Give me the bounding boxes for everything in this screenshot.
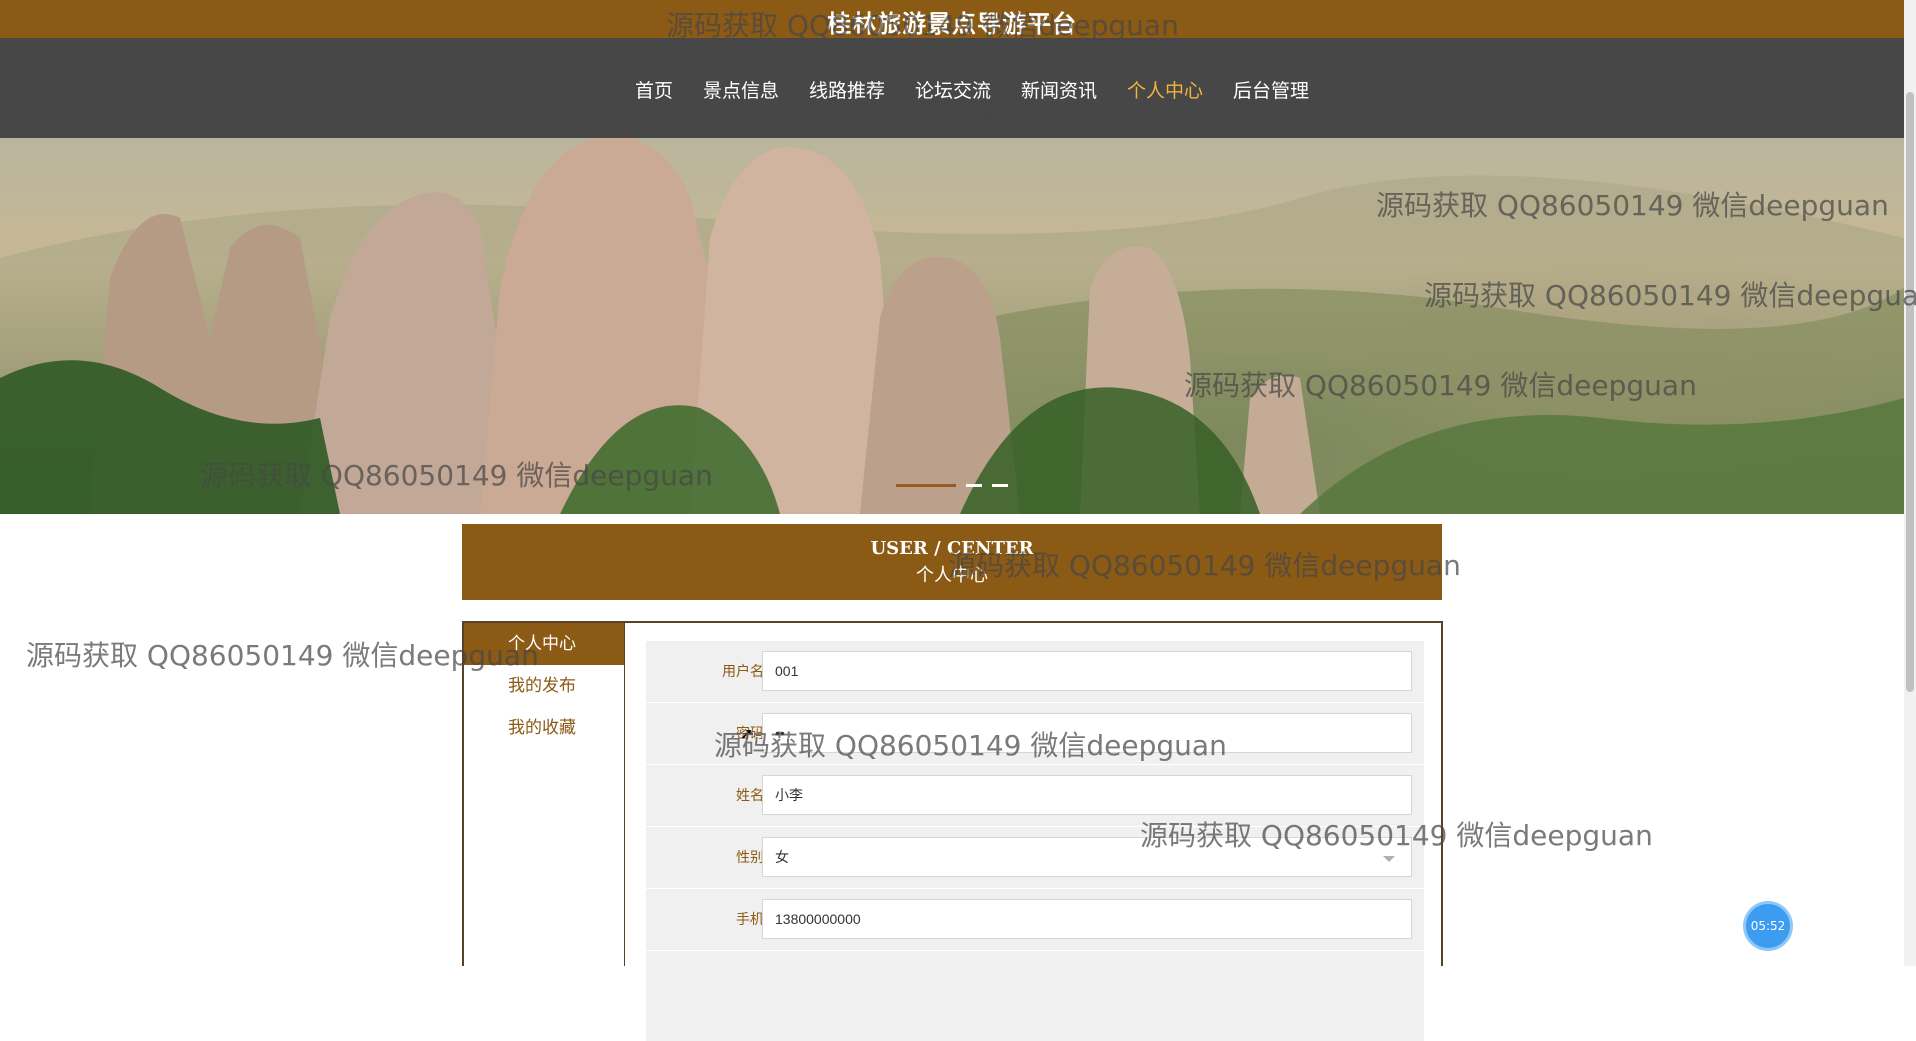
- chevron-down-icon: [1383, 856, 1395, 862]
- nav-item-forum[interactable]: 论坛交流: [915, 76, 991, 103]
- name-field[interactable]: 小李: [762, 775, 1412, 815]
- form-row-password: 密码 ••: [646, 703, 1424, 765]
- gender-select[interactable]: 女: [762, 837, 1412, 877]
- user-center-content: 个人中心 我的发布 我的收藏 用户名 001 密码 •• 姓名 小李 性别 女 …: [462, 621, 1443, 1041]
- nav-item-attractions[interactable]: 景点信息: [703, 76, 779, 103]
- top-brand-bar: 桂林旅游景点导游平台: [0, 0, 1904, 38]
- form-row-gender: 性别 女: [646, 827, 1424, 889]
- user-center-title-en: USER / CENTER: [870, 538, 1034, 559]
- nav-menu: 首页 景点信息 线路推荐 论坛交流 新闻资讯 个人中心 后台管理: [0, 76, 1904, 103]
- carousel-dot-2[interactable]: [966, 484, 982, 487]
- site-title: 桂林旅游景点导游平台: [827, 9, 1077, 38]
- nav-item-routes[interactable]: 线路推荐: [809, 76, 885, 103]
- main-navbar: 首页 景点信息 线路推荐 论坛交流 新闻资讯 个人中心 后台管理: [0, 38, 1904, 138]
- nav-item-admin[interactable]: 后台管理: [1233, 76, 1309, 103]
- gender-selected-value: 女: [775, 849, 789, 865]
- sidebar-item-my-posts[interactable]: 我的发布: [464, 665, 624, 707]
- username-label: 用户名: [722, 664, 764, 680]
- password-field[interactable]: ••: [762, 713, 1412, 753]
- page-scrollbar[interactable]: [1904, 0, 1916, 966]
- banner-image: [0, 138, 1904, 514]
- profile-form: 用户名 001 密码 •• 姓名 小李 性别 女 手机 13800000000: [646, 641, 1424, 1041]
- user-center-header: USER / CENTER 个人中心: [462, 524, 1442, 600]
- user-sidebar: 个人中心 我的发布 我的收藏: [464, 623, 625, 966]
- nav-item-news[interactable]: 新闻资讯: [1021, 76, 1097, 103]
- phone-label: 手机: [736, 912, 764, 928]
- form-row-name: 姓名 小李: [646, 765, 1424, 827]
- username-field[interactable]: 001: [762, 651, 1412, 691]
- form-row-username: 用户名 001: [646, 641, 1424, 703]
- nav-item-home[interactable]: 首页: [635, 76, 673, 103]
- timer-badge[interactable]: 05:52: [1746, 904, 1790, 948]
- hero-banner: [0, 138, 1904, 514]
- form-row-phone: 手机 13800000000: [646, 889, 1424, 951]
- nav-item-user-center[interactable]: 个人中心: [1127, 76, 1203, 103]
- name-label: 姓名: [736, 788, 764, 804]
- scrollbar-thumb[interactable]: [1906, 92, 1914, 692]
- sidebar-item-my-favorites[interactable]: 我的收藏: [464, 707, 624, 749]
- user-center-title-zh: 个人中心: [916, 565, 988, 586]
- carousel-indicators: [896, 484, 1008, 487]
- mouse-cursor-icon: ➚: [740, 724, 754, 743]
- carousel-dot-1[interactable]: [896, 484, 956, 487]
- gender-label: 性别: [736, 850, 764, 866]
- carousel-dot-3[interactable]: [992, 484, 1008, 487]
- sidebar-item-profile[interactable]: 个人中心: [464, 623, 624, 665]
- phone-field[interactable]: 13800000000: [762, 899, 1412, 939]
